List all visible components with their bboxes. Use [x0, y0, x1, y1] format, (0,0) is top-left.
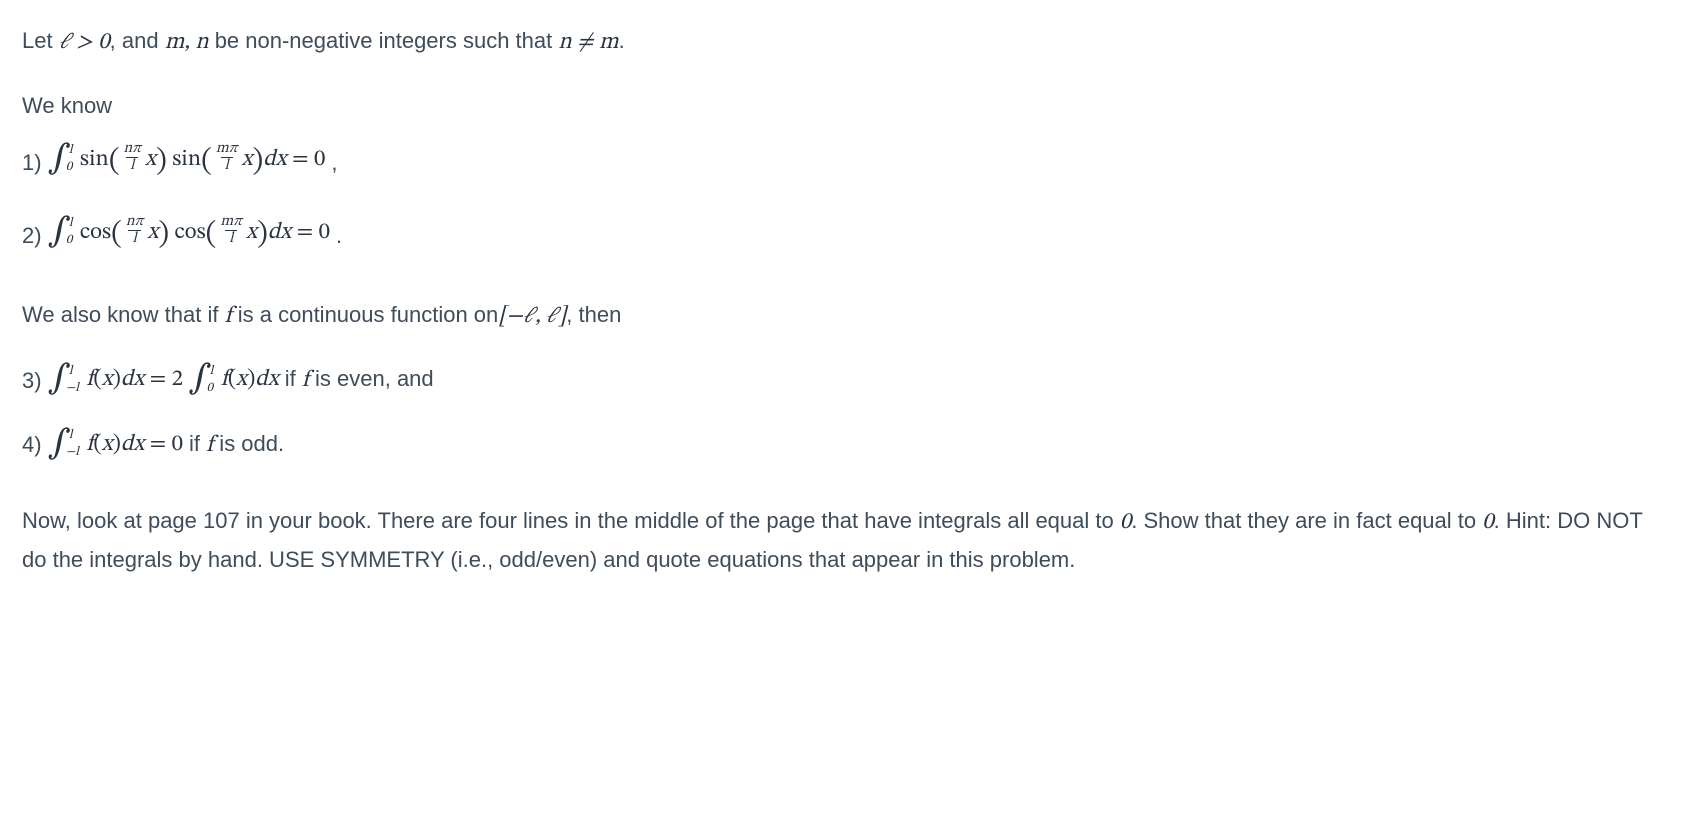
- math-expression: ∫ l0 sin(nπlx) sin(mπlx)dx = 0: [48, 140, 326, 185]
- item-prefix: 4): [22, 428, 42, 461]
- tail: .: [336, 219, 342, 252]
- math-f: f: [225, 305, 232, 328]
- integral-symbol: ∫ l0: [48, 143, 73, 175]
- math-zero: 0: [1120, 511, 1131, 534]
- math-n-neq-m: n ≠ m: [558, 31, 618, 54]
- func-sin: sin: [172, 148, 201, 171]
- paragraph-task: Now, look at page 107 in your book. Ther…: [22, 503, 1666, 578]
- text: be non-negative integers such that: [209, 28, 559, 53]
- math-expression: ∫ l0 cos(nπlx) cos(mπlx)dx = 0: [48, 213, 330, 258]
- math-zero: 0: [1482, 511, 1493, 534]
- item-prefix: 1): [22, 146, 42, 179]
- paragraph-alsoknow: We also know that if f is a continuous f…: [22, 298, 1666, 335]
- tail: ,: [331, 146, 337, 179]
- math-expression: ∫ l−l f(x)dx = 2 ∫ l0 f(x)dx: [48, 363, 279, 398]
- func-sin: sin: [80, 148, 109, 171]
- integral-symbol: ∫ l−l: [48, 428, 79, 460]
- equation-item-3: 3) ∫ l−l f(x)dx = 2 ∫ l0 f(x)dx if f is …: [22, 362, 1666, 399]
- math-expression: ∫ l−l f(x)dx = 0: [48, 428, 183, 463]
- text: .: [619, 28, 625, 53]
- math-interval: [−ℓ, ℓ]: [498, 305, 566, 328]
- paragraph-weknow: We know: [22, 89, 1666, 122]
- text: is a continuous function on: [232, 302, 499, 327]
- text: We also know that if: [22, 302, 225, 327]
- math-l-gt-0: ℓ > 0: [59, 31, 110, 54]
- text: , then: [566, 302, 621, 327]
- equation-item-1: 1) ∫ l0 sin(nπlx) sin(mπlx)dx = 0,: [22, 140, 1666, 185]
- func-cos: cos: [174, 221, 205, 244]
- text: Now, look at page 107 in your book. Ther…: [22, 508, 1120, 533]
- func-cos: cos: [80, 221, 111, 244]
- item-prefix: 3): [22, 364, 42, 397]
- text: , and: [110, 28, 165, 53]
- paragraph-intro: Let ℓ > 0, and m, n be non-negative inte…: [22, 24, 1666, 61]
- integral-symbol: ∫ l−l: [48, 364, 79, 396]
- integral-symbol: ∫ l0: [48, 216, 73, 248]
- text: . Show that they are in fact equal to: [1131, 508, 1482, 533]
- tail: if f is even, and: [285, 362, 434, 399]
- equation-item-2: 2) ∫ l0 cos(nπlx) cos(mπlx)dx = 0.: [22, 213, 1666, 258]
- equation-item-4: 4) ∫ l−l f(x)dx = 0 if f is odd.: [22, 427, 1666, 464]
- tail: if f is odd.: [189, 427, 284, 464]
- integral-symbol: ∫ l0: [188, 364, 213, 396]
- math-m-n: m, n: [165, 31, 209, 54]
- text: We know: [22, 93, 112, 118]
- item-prefix: 2): [22, 219, 42, 252]
- text: Let: [22, 28, 59, 53]
